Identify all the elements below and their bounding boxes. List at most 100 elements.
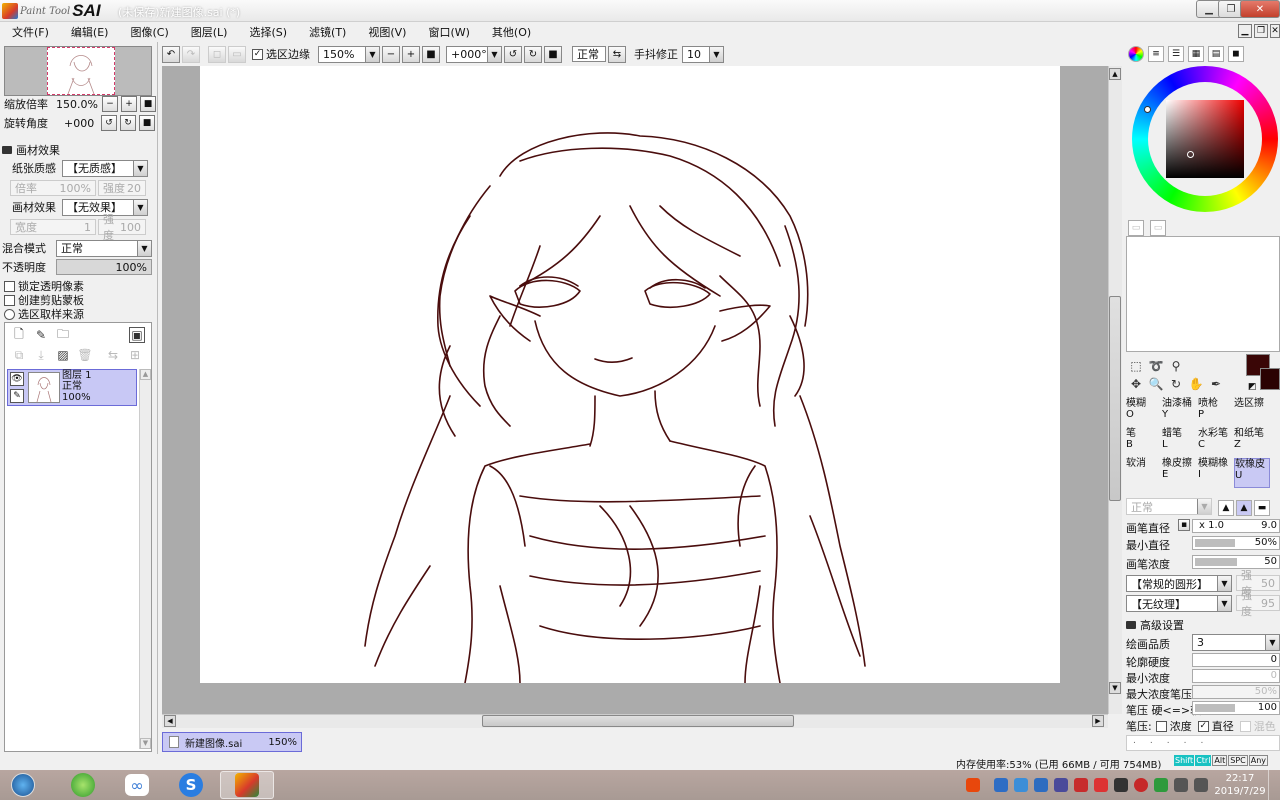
tray-icon-7[interactable]	[1114, 778, 1128, 792]
tool-pen[interactable]: 笔B	[1126, 428, 1162, 458]
tool-bucket[interactable]: 油漆桶 Y	[1162, 398, 1198, 428]
pressure-blend-checkbox[interactable]	[1239, 720, 1251, 732]
tray-icon-6[interactable]	[1094, 778, 1108, 792]
canvas-area[interactable]	[162, 66, 1108, 714]
menu-view[interactable]: 视图(V)	[356, 24, 416, 40]
tray-icon-4[interactable]	[1054, 778, 1068, 792]
mdi-restore-icon[interactable]: ❐	[1254, 24, 1268, 38]
swatch-panel[interactable]	[1126, 236, 1280, 352]
layer-mask-icon[interactable]: ▣	[129, 327, 145, 343]
menu-edit[interactable]: 编辑(E)	[59, 24, 119, 40]
tool-blur[interactable]: 模糊 O	[1126, 398, 1162, 428]
hue-picker-marker[interactable]	[1144, 106, 1151, 113]
max-pressure-slider[interactable]: 50%	[1192, 685, 1280, 699]
menu-layer[interactable]: 图层(L)	[179, 24, 238, 40]
angle-select[interactable]: +000° ▼	[446, 45, 502, 63]
taskbar-sai[interactable]	[220, 771, 274, 799]
rect-select-icon[interactable]: ⬚	[1128, 358, 1144, 374]
brush-size-field[interactable]: x 1.0 9.0	[1192, 519, 1280, 533]
horizontal-scrollbar[interactable]: ◀ ▶	[162, 714, 1108, 728]
new-layer-icon[interactable]: 🗋	[11, 327, 27, 343]
tool-select-eraser[interactable]: 选区擦	[1234, 398, 1270, 428]
tool-watercolor[interactable]: 水彩笔 C	[1198, 428, 1234, 458]
menu-image[interactable]: 图像(C)	[118, 24, 178, 40]
menu-filter[interactable]: 滤镜(T)	[297, 24, 356, 40]
tool-crayon[interactable]: 蜡笔 L	[1162, 428, 1198, 458]
visibility-eye-icon[interactable]: 👁	[10, 372, 24, 386]
brush-shape-select[interactable]: 【常规的圆形】 ▼	[1126, 575, 1232, 592]
taskbar-sogou[interactable]: S	[164, 771, 218, 799]
merge-visible-icon[interactable]: ⊞	[127, 347, 143, 363]
brush-texture-select[interactable]: 【无纹理】 ▼	[1126, 595, 1232, 612]
rotate-right-button[interactable]: ↻	[120, 115, 136, 131]
show-desktop-button[interactable]	[1268, 770, 1280, 800]
scroll-left-icon[interactable]: ◀	[164, 715, 176, 727]
scroll-up-icon[interactable]: ▲	[1109, 68, 1121, 80]
network-icon[interactable]	[1174, 778, 1188, 792]
rotate-value[interactable]: +000	[64, 117, 98, 130]
layer-item[interactable]: 👁 ✎ 图层 1 正常 100%	[7, 369, 137, 406]
advanced-settings-header[interactable]: 高级设置	[1126, 617, 1184, 633]
new-folder-icon[interactable]: 🗀	[55, 327, 71, 343]
clear-layer-icon[interactable]: ▨	[55, 347, 71, 363]
checkbox-icon[interactable]	[4, 294, 15, 306]
collapse-icon[interactable]	[2, 146, 12, 154]
brush-tip-flat-icon[interactable]: ▬	[1254, 500, 1270, 516]
brush-lock-icon[interactable]: ✎	[10, 389, 24, 403]
zoom-icon[interactable]: 🔍	[1148, 376, 1164, 392]
new-vector-layer-icon[interactable]: ✎	[33, 327, 49, 343]
min-density-slider[interactable]: 0	[1192, 669, 1280, 683]
taskbar-app2[interactable]: ∞	[110, 771, 164, 799]
tray-icon-8[interactable]	[1134, 778, 1148, 792]
swatch-add-icon[interactable]: ▭	[1128, 220, 1144, 236]
document-tab[interactable]: 新建图像.sai 150%	[162, 732, 302, 752]
menu-file[interactable]: 文件(F)	[0, 24, 59, 40]
zoom-reset-button[interactable]: ■	[140, 96, 156, 112]
pressure-density-checkbox[interactable]	[1155, 720, 1167, 732]
tray-icon-2[interactable]	[1014, 778, 1028, 792]
scroll-up-icon[interactable]: ▲	[140, 369, 151, 380]
color-square[interactable]	[1166, 100, 1244, 178]
menu-select[interactable]: 选择(S)	[237, 24, 297, 40]
magic-wand-icon[interactable]: ⚲	[1168, 358, 1184, 374]
sogou-tray-icon[interactable]	[966, 778, 980, 792]
invert-selection-icon[interactable]: ▭	[228, 45, 246, 63]
swatch-tab-icon[interactable]: ◼	[1228, 46, 1244, 62]
toolbar-rotate-left-icon[interactable]: ↺	[504, 45, 522, 63]
browser-icon[interactable]	[71, 773, 95, 797]
horizontal-scroll-thumb[interactable]	[482, 715, 794, 727]
shield-icon[interactable]	[1154, 778, 1168, 792]
density-slider[interactable]: 50	[1192, 555, 1280, 569]
palette-tab-icon[interactable]: ▦	[1188, 46, 1204, 62]
min-size-slider[interactable]: 50%	[1192, 536, 1280, 550]
color-wheel[interactable]	[1132, 66, 1278, 212]
brush-size-presets[interactable]: .....	[1126, 735, 1280, 751]
vertical-scroll-thumb[interactable]	[1109, 296, 1121, 501]
eyedropper-icon[interactable]: ✒	[1208, 376, 1224, 392]
edge-slider[interactable]: 0	[1192, 653, 1280, 667]
sai-taskbar-icon[interactable]	[235, 773, 259, 797]
mdi-close-icon[interactable]: ✕	[1270, 24, 1280, 38]
collapse-icon[interactable]	[1126, 621, 1136, 629]
copy-layer-icon[interactable]: ⧉	[11, 347, 27, 363]
rotate-reset-button[interactable]: ■	[139, 115, 155, 131]
stabilizer-select[interactable]: 10 ▼	[682, 45, 724, 63]
windows-start-icon[interactable]	[11, 773, 35, 797]
color-picker-marker[interactable]	[1187, 151, 1194, 158]
secondary-color-swatch[interactable]	[1260, 368, 1280, 390]
toolbar-zoom-in-icon[interactable]: +	[402, 45, 420, 63]
texture-select[interactable]: 【无质感】 ▼	[62, 159, 148, 177]
mixer-tab-icon[interactable]: ▤	[1208, 46, 1224, 62]
transfer-layer-icon[interactable]: ⇆	[105, 347, 121, 363]
menu-other[interactable]: 其他(O)	[480, 24, 541, 40]
radio-icon[interactable]	[4, 308, 15, 320]
toolbar-rotate-right-icon[interactable]: ↻	[524, 45, 542, 63]
layer-scrollbar[interactable]: ▲ ▼	[139, 369, 151, 749]
merge-down-icon[interactable]: ⤓	[33, 347, 49, 363]
navigator-viewport[interactable]	[47, 47, 115, 95]
navigator-preview[interactable]	[4, 46, 152, 96]
brush-size-mult-icon[interactable]: ▪	[1178, 519, 1190, 531]
checkbox-icon[interactable]	[4, 280, 15, 292]
scroll-right-icon[interactable]: ▶	[1092, 715, 1104, 727]
lasso-icon[interactable]: ➰	[1148, 358, 1164, 374]
